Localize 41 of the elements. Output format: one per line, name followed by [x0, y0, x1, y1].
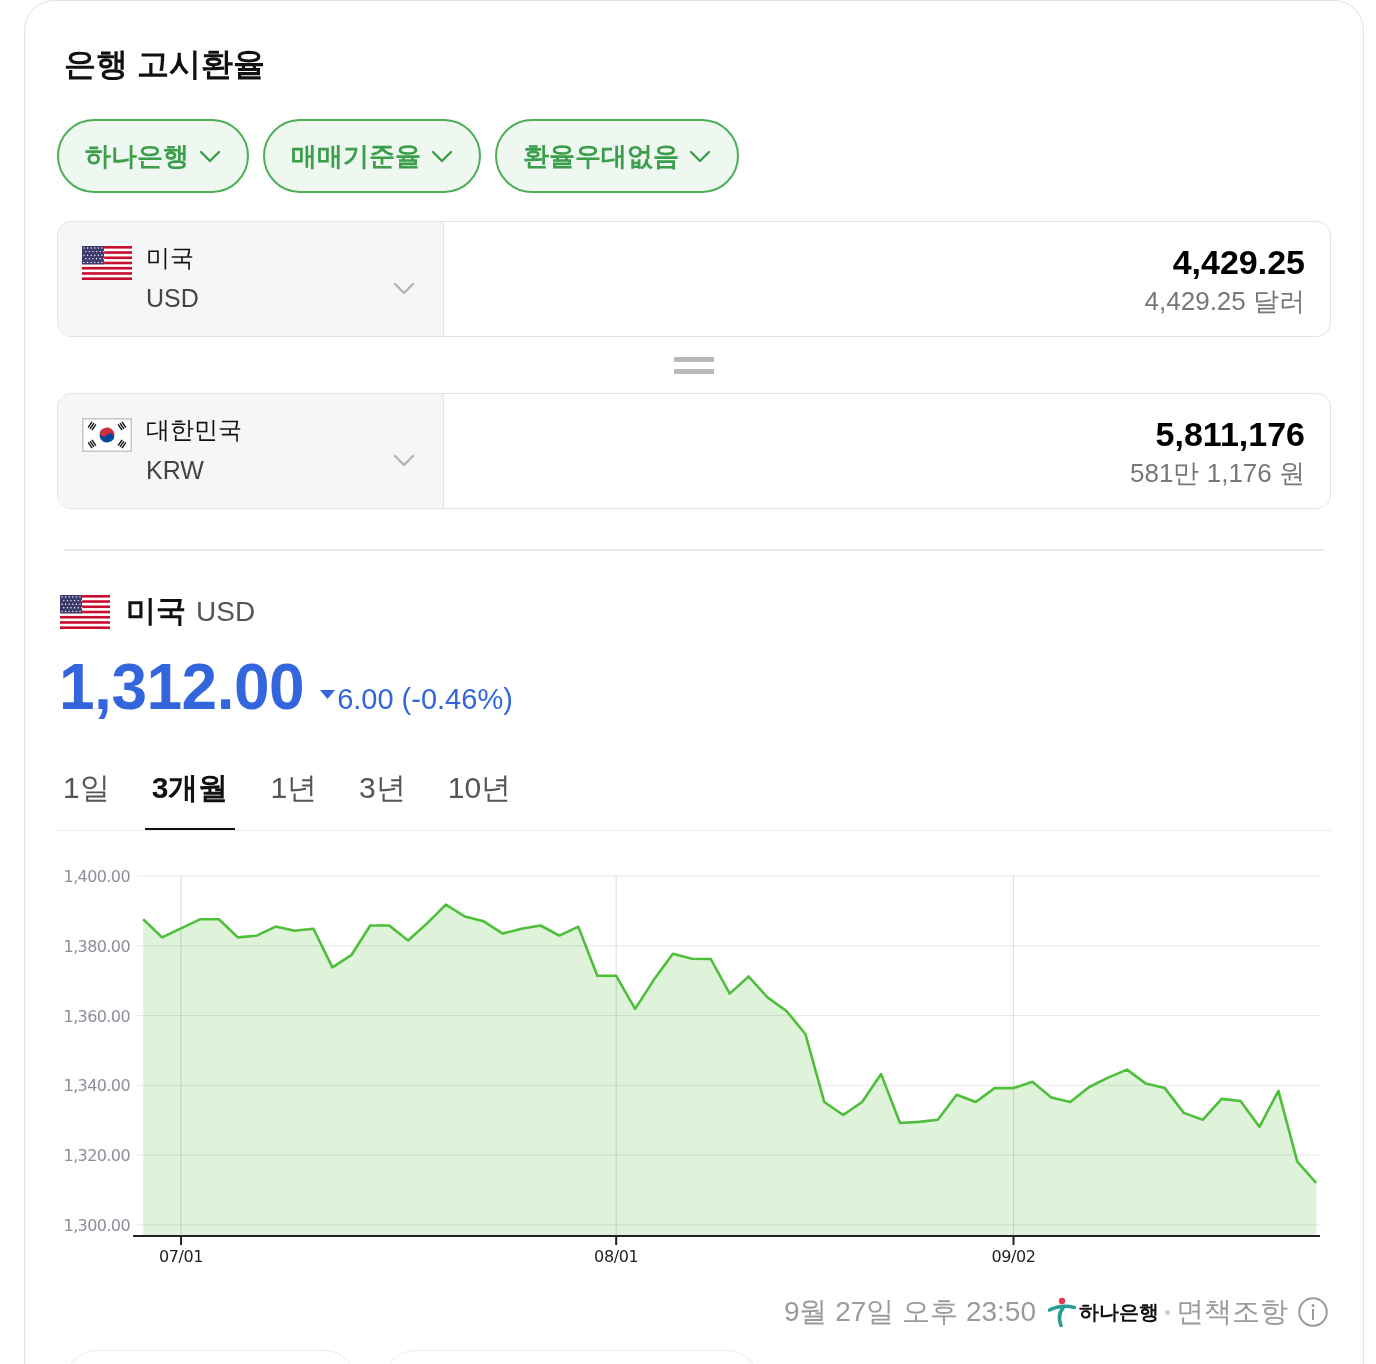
x-axis-label: 07/01: [158, 1247, 203, 1266]
country-name: 미국: [126, 593, 186, 629]
chevron-down-icon: [199, 149, 221, 163]
currency-selector[interactable]: 미국 USD: [58, 222, 444, 336]
exchange-rate: 1,312.00: [59, 649, 305, 724]
period-tab[interactable]: 1일: [56, 749, 117, 830]
currency-code: USD: [196, 595, 256, 628]
country-name: 대한민국: [146, 415, 242, 445]
amount-field[interactable]: 5,811,176 581만 1,176 원: [444, 394, 1330, 508]
period-tab[interactable]: 1년: [263, 749, 325, 830]
amount-value: 4,429.25: [1172, 242, 1305, 283]
amount-value: 5,811,176: [1155, 414, 1305, 455]
amount-in-words: 581만 1,176 원: [1130, 457, 1305, 490]
period-tab[interactable]: 3년: [352, 749, 413, 830]
widget-title: 은행 고시환율: [64, 45, 266, 84]
rate-change: 6.00 (-0.46%): [337, 682, 513, 716]
y-axis-label: 1,380.00: [63, 936, 130, 956]
chevron-down-icon: [393, 454, 415, 467]
amount-in-words: 4,429.25 달러: [1144, 285, 1305, 318]
x-axis-label: 08/01: [593, 1247, 638, 1266]
currency-selector[interactable]: 대한민국 KRW: [58, 394, 444, 508]
y-axis-label: 1,320.00: [63, 1146, 130, 1166]
y-axis-label: 1,400.00: [63, 867, 130, 886]
country-name: 미국: [146, 243, 195, 273]
currency-code: KRW: [146, 455, 205, 486]
y-axis-label: 1,300.00: [63, 1215, 130, 1235]
x-axis-label: 09/02: [990, 1247, 1036, 1266]
equals-icon: [674, 356, 714, 374]
update-time: 9월 27일 오후 23:50: [783, 1295, 1036, 1329]
separator-dot-icon: [1165, 1309, 1170, 1315]
chevron-down-icon: [689, 149, 711, 163]
amount-field[interactable]: 4,429.25 4,429.25 달러: [444, 222, 1330, 336]
bank-name: 하나은행: [1079, 1299, 1159, 1325]
y-axis-label: 1,360.00: [63, 1006, 130, 1026]
chevron-down-icon: [431, 149, 453, 163]
period-tab[interactable]: 10년: [440, 749, 519, 830]
chevron-down-icon: [393, 282, 415, 295]
info-icon[interactable]: [1298, 1297, 1328, 1327]
currency-code: USD: [146, 283, 199, 314]
y-axis-label: 1,340.00: [63, 1076, 130, 1096]
logo-icon: [1048, 1297, 1076, 1327]
